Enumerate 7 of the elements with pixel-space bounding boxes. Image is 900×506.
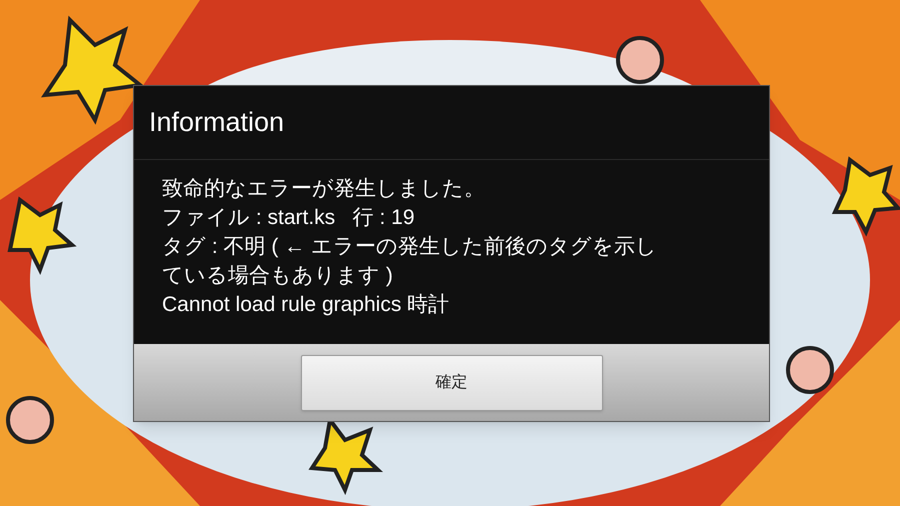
message-text: Cannot load rule graphics 時計	[162, 292, 450, 318]
message-text: ている場合もあります )	[162, 263, 394, 289]
dialog-title: Information	[149, 106, 284, 140]
message-text: タグ : 不明 ( ← エラーの発生した前後のタグを示し	[162, 234, 658, 260]
confirm-button[interactable]: 確定	[300, 354, 602, 410]
message-text: 致命的なエラーが発生しました。	[162, 176, 486, 202]
message-text: ファイル : start.ks 行 : 19	[162, 205, 416, 231]
